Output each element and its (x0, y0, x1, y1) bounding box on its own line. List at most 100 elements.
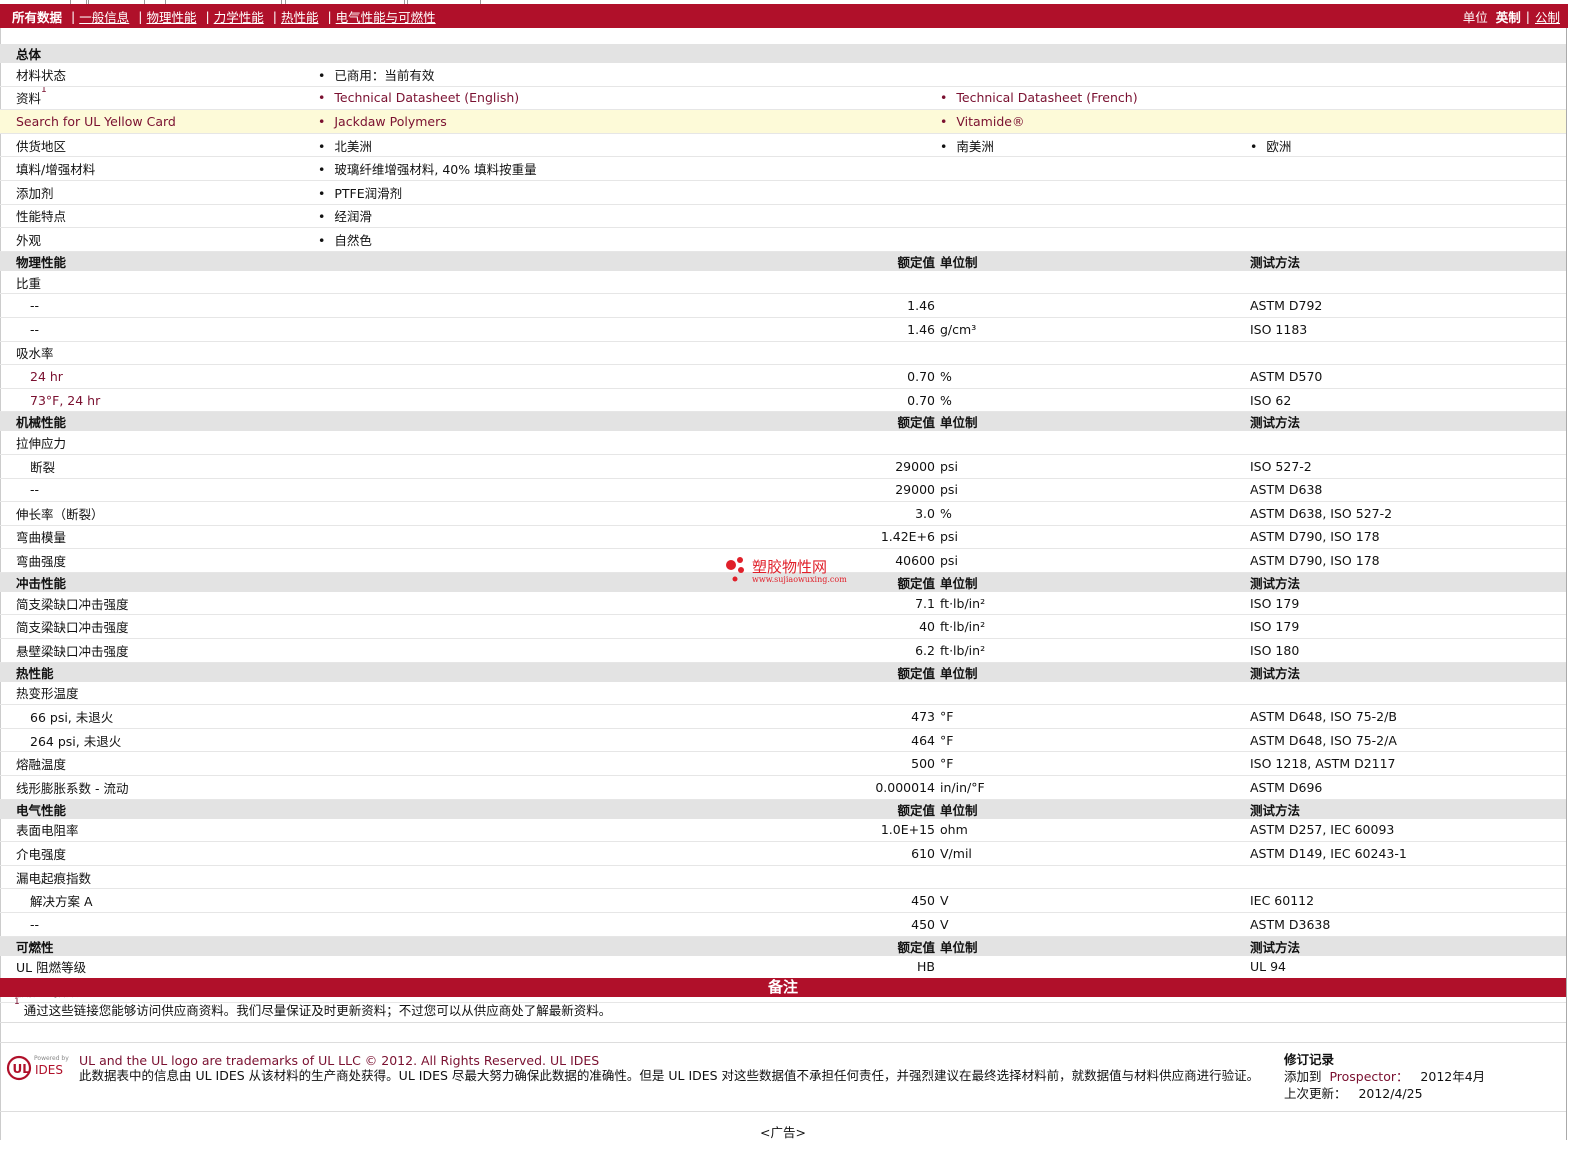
property-row: 熔融温度 500 °F ISO 1218, ASTM D2117 (0, 751, 1566, 777)
col-header-method: 测试方法 (1250, 572, 1566, 592)
property-unit: psi (940, 525, 1250, 550)
empty-cell (735, 865, 1566, 890)
property-label: 断裂 (0, 454, 735, 479)
general-row: 填料/增强材料 玻璃纤维增强材料, 40% 填料按重量 (0, 156, 1566, 181)
property-label: -- (0, 293, 735, 318)
general-value-cell: Technical Datasheet (French) (940, 86, 1250, 111)
col-header-method: 测试方法 (1250, 662, 1566, 682)
property-row: -- 29000 psi ASTM D638 (0, 478, 1566, 503)
general-value-cell: 经润滑 (318, 204, 940, 229)
general-label: Search for UL Yellow Card (0, 109, 318, 134)
general-value-cell: 自然色 (318, 227, 940, 252)
general-value-cell (940, 204, 1250, 229)
general-value-cell: 已商用：当前有效 (318, 63, 940, 87)
supplier-link[interactable]: Technical Datasheet (French) (940, 90, 1138, 105)
supplier-link[interactable]: Vitamide® (940, 114, 1024, 129)
general-label-text[interactable]: Search for UL Yellow Card (16, 114, 176, 129)
general-label: 资料1 (0, 86, 318, 111)
general-value-cell: 南美洲 (940, 133, 1250, 158)
property-label: 比重 (0, 270, 735, 295)
property-unit: ft·lb/in² (940, 638, 1250, 663)
property-row: 漏电起痕指数 (0, 865, 1566, 890)
property-row: 264 psi, 未退火 464 °F ASTM D648, ISO 75-2/A (0, 728, 1566, 753)
added-date: 2012年4月 (1420, 1069, 1486, 1084)
property-unit: in/in/°F (940, 775, 1250, 800)
property-value: 610 (735, 841, 940, 866)
property-row: 解决方案 A 450 V IEC 60112 (0, 888, 1566, 913)
property-unit: °F (940, 751, 1250, 777)
section-title: 可燃性 (0, 936, 735, 956)
property-method: ISO 1218, ASTM D2117 (1250, 751, 1566, 777)
property-label-text: 热变形温度 (16, 686, 79, 702)
property-label-text[interactable]: 73°F, 24 hr (30, 393, 100, 408)
section-title: 电气性能 (0, 799, 735, 819)
watermark-title: 塑胶物性网 (752, 558, 827, 576)
property-row: 线形膨胀系数 - 流动 0.000014 in/in/°F ASTM D696 (0, 775, 1566, 800)
general-value: 欧洲 (1250, 139, 1291, 154)
property-unit (940, 293, 1250, 318)
supplier-link[interactable]: Technical Datasheet (English) (318, 90, 519, 105)
disclaimer-text: 此数据表中的信息由 UL IDES 从该材料的生产商处获得。UL IDES 尽最… (79, 1068, 1260, 1083)
general-value: 玻璃纤维增强材料, 40% 填料按重量 (318, 162, 537, 177)
page-border-right (1566, 28, 1567, 1140)
property-label-text: -- (30, 916, 40, 932)
general-label: 添加剂 (0, 180, 318, 205)
general-label-text: 添加剂 (16, 185, 54, 201)
property-label-text: 悬壁梁缺口冲击强度 (16, 643, 129, 659)
property-row: 比重 (0, 270, 1566, 295)
property-unit: % (940, 388, 1250, 413)
property-label-text: 比重 (16, 275, 42, 291)
general-label: 供货地区 (0, 133, 318, 158)
property-method: ISO 1183 (1250, 317, 1566, 342)
property-unit: psi (940, 454, 1250, 479)
property-label: 热变形温度 (0, 681, 735, 706)
property-value: 3.0 (735, 501, 940, 526)
nav-thermal[interactable]: 热性能 (281, 7, 319, 26)
col-header-value: 额定值 (735, 411, 940, 432)
property-unit: V (940, 912, 1250, 937)
property-method: ASTM D570 (1250, 364, 1566, 389)
general-value: 自然色 (318, 233, 372, 248)
property-unit (940, 955, 1250, 980)
property-unit: °F (940, 704, 1250, 729)
property-row: -- 1.46 g/cm³ ISO 1183 (0, 317, 1566, 342)
general-value-cell (1250, 180, 1566, 205)
footnote-ref[interactable]: 1 (41, 86, 47, 95)
property-row: 介电强度 610 V/mil ASTM D149, IEC 60243-1 (0, 841, 1566, 866)
nav-general[interactable]: 一般信息 (79, 7, 129, 26)
property-label: 表面电阻率 (0, 818, 735, 843)
property-row: -- 450 V ASTM D3638 (0, 912, 1566, 937)
property-unit: V/mil (940, 841, 1250, 866)
general-value: 北美洲 (318, 139, 372, 154)
nav-bar: 所有数据 | 一般信息 | 物理性能 | 力学性能 | 热性能 | 电气性能与可燃性 单位… (0, 4, 1568, 28)
svg-text:IDES: IDES (35, 1063, 63, 1077)
nav-all-data[interactable]: 所有数据 (12, 7, 62, 26)
general-row: 资料1Technical Datasheet (English) Technica… (0, 86, 1566, 111)
prospector-link[interactable]: Prospector： (1329, 1069, 1408, 1084)
property-label: 拉伸应力 (0, 431, 735, 455)
trademark-line[interactable]: UL and the UL logo are trademarks of UL … (79, 1053, 1269, 1068)
supplier-link[interactable]: Jackdaw Polymers (318, 114, 447, 129)
property-row: 断裂 29000 psi ISO 527-2 (0, 454, 1566, 479)
col-header-value: 额定值 (735, 662, 940, 682)
property-label: 线形膨胀系数 - 流动 (0, 775, 735, 800)
nav-electrical[interactable]: 电气性能与可燃性 (336, 7, 436, 26)
nav-physical[interactable]: 物理性能 (146, 7, 196, 26)
general-value-cell: 欧洲 (1250, 133, 1566, 158)
property-unit: % (940, 364, 1250, 389)
property-label-text: 断裂 (30, 459, 56, 475)
empty-cell (735, 681, 1566, 706)
general-value: PTFE润滑剂 (318, 186, 402, 201)
general-row: Search for UL Yellow Card Jackdaw Polymer… (0, 109, 1566, 134)
property-method: ASTM D3638 (1250, 912, 1566, 937)
property-label-text: 弯曲强度 (16, 554, 67, 570)
general-label: 性能特点 (0, 204, 318, 229)
units-metric[interactable]: 公制 (1535, 7, 1560, 26)
property-label-text[interactable]: 24 hr (30, 369, 63, 384)
property-label: 简支梁缺口冲击强度 (0, 614, 735, 640)
general-label: 材料状态 (0, 63, 318, 87)
units-imperial[interactable]: 英制 (1496, 7, 1521, 26)
nav-mechanical[interactable]: 力学性能 (214, 7, 264, 26)
general-value-cell: 北美洲 (318, 133, 940, 158)
added-row: 添加到 Prospector： 2012年4月 (1284, 1068, 1485, 1085)
